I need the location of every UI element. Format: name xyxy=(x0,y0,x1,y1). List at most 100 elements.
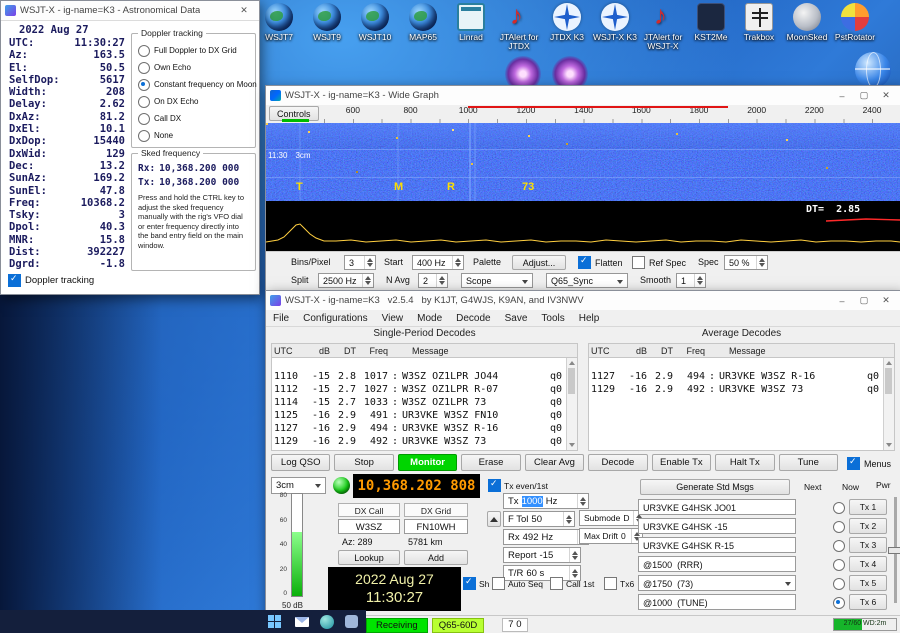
next-radio-tx6[interactable] xyxy=(833,597,845,609)
checkbox-icon[interactable] xyxy=(463,576,476,590)
dx-call-field[interactable]: W3SZ xyxy=(338,519,400,534)
spinner-arrows[interactable] xyxy=(436,274,445,287)
tx4-message-field[interactable]: @1500 (RRR) xyxy=(638,556,796,572)
split-spinner[interactable]: 2500 Hz xyxy=(318,273,374,288)
scrollbar[interactable] xyxy=(883,358,894,450)
spinner-arrows[interactable] xyxy=(362,274,371,287)
tx1-button[interactable]: Tx 1 xyxy=(849,499,887,515)
decode-row[interactable]: 1127 -16 2.9 494 : UR3VKE W3SZ R-16 q0 xyxy=(274,422,577,435)
scope-combo[interactable]: Scope xyxy=(461,273,533,288)
desktop-icon[interactable]: MoonSked xyxy=(783,2,831,51)
sh-checkbox[interactable]: Sh xyxy=(463,576,489,590)
radio-icon[interactable] xyxy=(138,95,150,108)
call-1st-checkbox[interactable]: Call 1st xyxy=(550,577,594,590)
dx-grid-field[interactable]: FN10WH xyxy=(404,519,468,534)
tx-even-checkbox[interactable]: Tx even/1st xyxy=(488,478,548,492)
add-button[interactable]: Add xyxy=(404,550,468,565)
taskbar-app-2[interactable] xyxy=(314,610,339,633)
tx6-button[interactable]: Tx 6 xyxy=(849,594,887,610)
enable-tx-button[interactable]: Enable Tx xyxy=(651,454,712,471)
radio-icon[interactable] xyxy=(138,112,150,125)
tune-button[interactable]: Tune xyxy=(778,454,838,471)
monitor-button[interactable]: Monitor xyxy=(397,454,458,471)
desktop-icon[interactable]: KST2Me xyxy=(687,2,735,51)
tx-to-rx-button[interactable] xyxy=(487,511,501,527)
spinner-arrows[interactable] xyxy=(452,256,461,269)
doppler-option[interactable]: Call DX xyxy=(138,110,253,127)
tx2-button[interactable]: Tx 2 xyxy=(849,518,887,534)
spec-spinner[interactable]: 50 % xyxy=(724,255,768,270)
scrollbar-thumb[interactable] xyxy=(885,368,892,394)
checkbox-icon[interactable] xyxy=(550,577,563,590)
start-spinner[interactable]: 400 Hz xyxy=(412,255,464,270)
flatten-checkbox[interactable]: Flatten xyxy=(578,255,623,270)
tx5-button[interactable]: Tx 5 xyxy=(849,575,887,591)
globe-icon[interactable] xyxy=(855,52,891,88)
desktop-icon[interactable]: WSJT7 xyxy=(255,2,303,51)
decode-row[interactable]: 1127 -16 2.9 494 : UR3VKE W3SZ R-16 q0 xyxy=(591,370,894,383)
auto-seq-checkbox[interactable]: Auto Seq xyxy=(492,577,543,590)
decode-row[interactable]: 1114 -15 2.7 1033 : W3SZ OZ1LPR 73 q0 xyxy=(274,396,577,409)
minimize-icon[interactable]: – xyxy=(831,88,853,104)
max-drift-spinner[interactable]: Max Drift 0 xyxy=(579,528,643,544)
menu-item[interactable]: Help xyxy=(572,313,607,324)
title-bar[interactable]: WSJT-X - ig-name=K3 - Wide Graph – ▢ ✕ xyxy=(266,86,900,106)
radio-icon[interactable] xyxy=(138,61,150,74)
doppler-tracking-checkbox[interactable]: Doppler tracking xyxy=(8,273,94,287)
doppler-option[interactable]: Own Echo xyxy=(138,59,253,76)
bins-spinner[interactable]: 3 xyxy=(344,255,376,270)
tx4-button[interactable]: Tx 4 xyxy=(849,556,887,572)
scrollbar-thumb[interactable] xyxy=(568,368,575,394)
desktop-icon[interactable]: PstRotator xyxy=(831,2,879,51)
close-icon[interactable]: ✕ xyxy=(875,88,897,104)
checkbox-icon[interactable] xyxy=(632,256,645,269)
maximize-icon[interactable]: ▢ xyxy=(853,88,875,104)
generate-std-msgs-button[interactable]: Generate Std Msgs xyxy=(640,479,790,495)
desktop-icon[interactable]: JTDX K3 xyxy=(543,2,591,51)
tx1-message-field[interactable]: UR3VKE G4HSK JO01 xyxy=(638,499,796,515)
stop-button[interactable]: Stop xyxy=(334,454,394,471)
checkbox-icon[interactable] xyxy=(604,577,617,590)
doppler-option[interactable]: On DX Echo xyxy=(138,93,253,110)
menu-item[interactable]: File xyxy=(266,313,296,324)
waterfall[interactable]: 11:30 3cm T M R 73 xyxy=(266,123,900,201)
halt-tx-button[interactable]: Halt Tx xyxy=(715,454,775,471)
tx3-button[interactable]: Tx 3 xyxy=(849,537,887,553)
cat-status-led[interactable] xyxy=(333,477,350,494)
menu-item[interactable]: Save xyxy=(498,313,535,324)
close-icon[interactable]: ✕ xyxy=(233,3,255,19)
ref-spec-checkbox[interactable]: Ref Spec xyxy=(632,255,686,270)
q65-sync-combo[interactable]: Q65_Sync xyxy=(546,273,628,288)
tx-freq-spinner[interactable]: Tx 1000 Hz xyxy=(503,493,589,509)
next-radio-tx3[interactable] xyxy=(833,540,845,552)
menu-item[interactable]: Configurations xyxy=(296,313,374,324)
maximize-icon[interactable]: ▢ xyxy=(853,293,875,309)
pwr-slider-handle[interactable] xyxy=(888,547,900,554)
start-button[interactable] xyxy=(261,610,289,633)
desktop-icon[interactable]: JTAlert for WSJT-X xyxy=(639,0,687,51)
next-radio-tx4[interactable] xyxy=(833,559,845,571)
checkbox-icon[interactable] xyxy=(8,273,21,287)
tx6-checkbox[interactable]: Tx6 xyxy=(604,577,634,590)
tx3-message-field[interactable]: UR3VKE G4HSK R-15 xyxy=(638,537,796,553)
navg-spinner[interactable]: 2 xyxy=(418,273,448,288)
adjust-button[interactable]: Adjust... xyxy=(512,255,566,270)
spinner-arrows[interactable] xyxy=(756,256,765,269)
desktop-icon[interactable]: Linrad xyxy=(447,2,495,51)
lookup-button[interactable]: Lookup xyxy=(338,550,400,565)
next-radio-tx5[interactable] xyxy=(833,578,845,590)
minimize-icon[interactable]: – xyxy=(831,293,853,309)
scrollbar[interactable] xyxy=(566,358,577,450)
taskbar-app-3[interactable] xyxy=(339,610,364,633)
decode-row[interactable]: 1125 -16 2.9 491 : UR3VKE W3SZ FN10 q0 xyxy=(274,409,577,422)
next-radio-tx1[interactable] xyxy=(833,502,845,514)
erase-button[interactable]: Erase xyxy=(461,454,521,471)
next-radio-tx2[interactable] xyxy=(833,521,845,533)
log-qso-button[interactable]: Log QSO xyxy=(271,454,331,471)
menu-item[interactable]: Tools xyxy=(534,313,571,324)
submode-spinner[interactable]: Submode D xyxy=(579,510,642,526)
menu-item[interactable]: Decode xyxy=(449,313,497,324)
desktop-icon[interactable]: JTAlert for JTDX xyxy=(495,0,543,51)
ftol-spinner[interactable]: F Tol 50 xyxy=(503,511,575,527)
clear-avg-button[interactable]: Clear Avg xyxy=(524,454,585,471)
